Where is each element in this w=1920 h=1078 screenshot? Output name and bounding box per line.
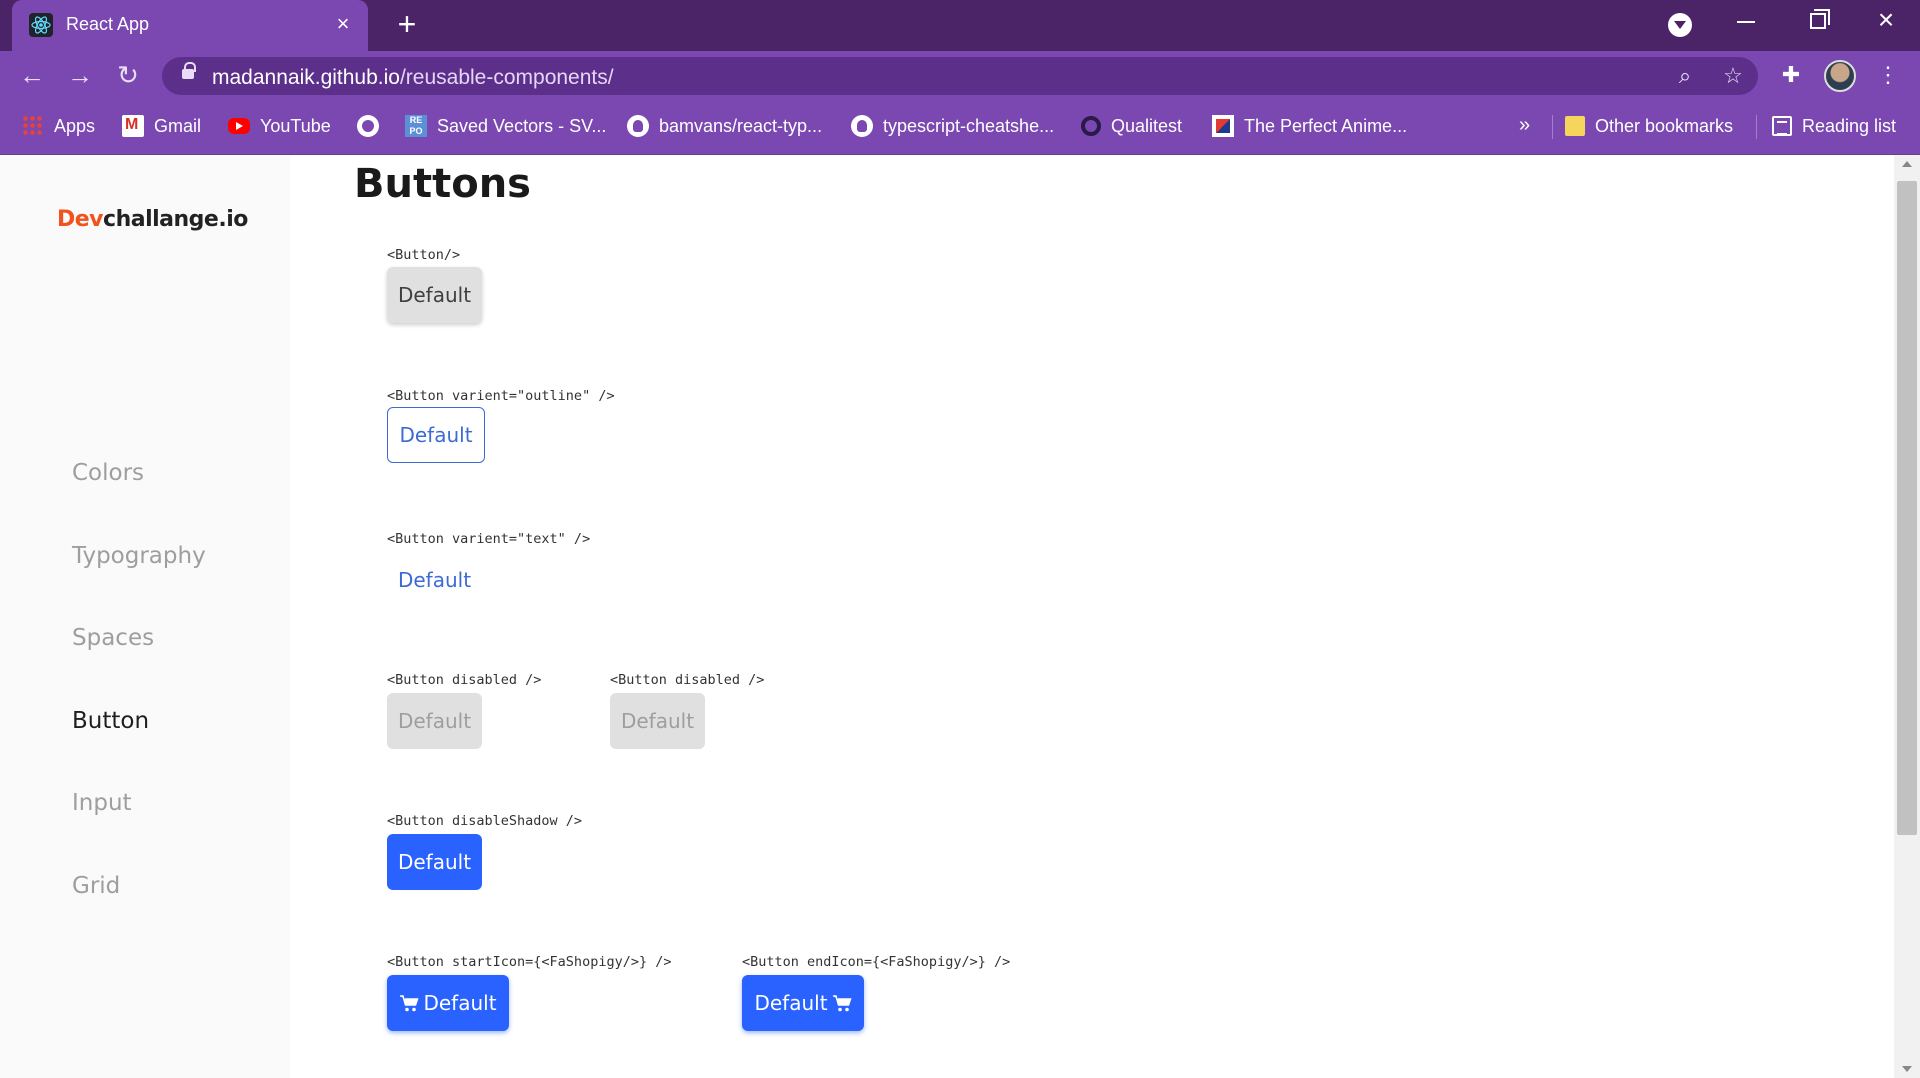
minimize-icon[interactable]	[1737, 21, 1755, 23]
browser-tab[interactable]: React App ×	[12, 0, 368, 51]
youtube-icon	[228, 118, 250, 134]
tab-search-icon[interactable]	[1668, 13, 1692, 37]
scroll-up-icon[interactable]	[1902, 161, 1912, 167]
bookmark-apps[interactable]: Apps	[22, 113, 95, 139]
primary-no-shadow-button[interactable]: Default	[387, 834, 482, 890]
shopping-cart-icon	[400, 995, 419, 1012]
browser-toolbar: ← → ↻ madannaik.github.io/reusable-compo…	[0, 51, 1920, 99]
code-label: <Button varient="outline" />	[387, 388, 615, 404]
address-bar[interactable]: madannaik.github.io/reusable-components/…	[162, 57, 1758, 95]
code-label: <Button/>	[387, 247, 461, 263]
globe-icon	[357, 115, 379, 137]
bookmark-separator	[1756, 115, 1757, 139]
reload-icon[interactable]: ↻	[114, 61, 142, 89]
profile-avatar[interactable]	[1824, 60, 1856, 92]
default-button[interactable]: Default	[387, 267, 482, 323]
bookmark-separator	[1552, 115, 1553, 139]
url-text[interactable]: madannaik.github.io/reusable-components/	[212, 66, 614, 90]
vertical-scrollbar[interactable]	[1894, 155, 1920, 1078]
code-label: <Button varient="text" />	[387, 531, 591, 547]
logo: Devchallange.io	[57, 207, 248, 232]
github-icon	[627, 115, 649, 137]
code-label: <Button disabled />	[610, 672, 765, 688]
zoom-icon[interactable]: ⌕	[1672, 63, 1698, 89]
reading-list[interactable]: Reading list	[1772, 113, 1896, 139]
repo-icon: RE PO	[405, 115, 427, 137]
sidebar: Devchallange.io Colors Typography Spaces…	[0, 155, 290, 1078]
close-tab-icon[interactable]: ×	[332, 13, 354, 35]
start-icon-button[interactable]: Default	[387, 975, 509, 1031]
end-icon-button[interactable]: Default	[742, 975, 864, 1031]
bookmark-typescript-cheatsheet[interactable]: typescript-cheatshe...	[851, 113, 1054, 139]
code-label: <Button disabled />	[387, 672, 542, 688]
scroll-down-icon[interactable]	[1902, 1066, 1912, 1072]
text-button[interactable]: Default	[387, 552, 482, 608]
github-icon	[851, 115, 873, 137]
shopping-cart-icon	[832, 995, 852, 1012]
menu-icon[interactable]: ⋮	[1874, 61, 1902, 89]
disabled-button: Default	[387, 693, 482, 749]
bookmark-gmail[interactable]: Gmail	[122, 113, 201, 139]
code-label: <Button disableShadow />	[387, 813, 583, 829]
gmail-icon	[122, 115, 144, 137]
sidebar-item-colors[interactable]: Colors	[72, 460, 144, 486]
lock-icon[interactable]	[182, 62, 196, 79]
outline-button[interactable]: Default	[387, 407, 485, 463]
back-icon[interactable]: ←	[18, 61, 46, 89]
bookmark-saved-vectors[interactable]: RE PO Saved Vectors - SV...	[405, 113, 606, 139]
bookmark-react-typ[interactable]: bamvans/react-typ...	[627, 113, 822, 139]
apps-grid-icon	[22, 115, 44, 137]
qualitest-icon	[1081, 116, 1101, 136]
extensions-icon[interactable]: ✚	[1777, 61, 1805, 89]
bookmark-youtube[interactable]: YouTube	[228, 113, 331, 139]
tab-title: React App	[66, 14, 150, 34]
sidebar-item-typography[interactable]: Typography	[72, 543, 206, 569]
main-content: Buttons <Button/> Default <Button varien…	[290, 155, 1894, 1078]
sidebar-item-spaces[interactable]: Spaces	[72, 625, 154, 651]
react-icon	[29, 13, 53, 37]
sidebar-item-grid[interactable]: Grid	[72, 873, 120, 899]
reading-list-icon	[1772, 116, 1792, 136]
bookmark-other[interactable]: Other bookmarks	[1565, 113, 1733, 139]
scrollbar-thumb[interactable]	[1897, 181, 1917, 835]
page-title: Buttons	[354, 161, 531, 207]
anime-icon	[1212, 115, 1234, 137]
window-close-icon[interactable]: ×	[1874, 6, 1898, 34]
bookmark-qualitest[interactable]: Qualitest	[1081, 113, 1182, 139]
bookmark-globe[interactable]	[357, 113, 379, 139]
forward-icon[interactable]: →	[66, 61, 94, 89]
code-label: <Button endIcon={<FaShopigy/>} />	[742, 954, 1011, 970]
more-bookmarks-icon[interactable]: »	[1519, 114, 1530, 137]
browser-titlebar: React App × + ×	[0, 0, 1920, 51]
code-label: <Button startIcon={<FaShopigy/>} />	[387, 954, 672, 970]
sidebar-item-button[interactable]: Button	[72, 708, 149, 734]
bookmark-perfect-anime[interactable]: The Perfect Anime...	[1212, 113, 1407, 139]
new-tab-button[interactable]: +	[392, 8, 422, 40]
disabled-button: Default	[610, 693, 705, 749]
bookmarks-bar: Apps Gmail YouTube REPO Saved Vectors - …	[0, 99, 1920, 155]
folder-icon	[1565, 116, 1585, 136]
sidebar-item-input[interactable]: Input	[72, 790, 132, 816]
bookmark-star-icon[interactable]: ☆	[1720, 63, 1746, 89]
restore-icon[interactable]	[1810, 9, 1830, 29]
